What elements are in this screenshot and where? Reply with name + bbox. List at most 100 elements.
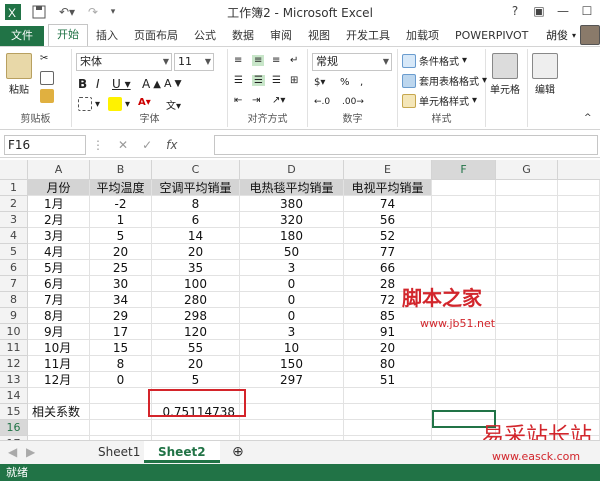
row-header-11[interactable]: 11 (0, 340, 28, 356)
border-button[interactable]: ▾ (78, 97, 100, 111)
cell[interactable]: 80 (344, 356, 432, 372)
tab-developer[interactable]: 开发工具 (338, 26, 398, 46)
cell[interactable]: 20 (152, 356, 240, 372)
cell[interactable]: 180 (240, 228, 344, 244)
row-header-6[interactable]: 6 (0, 260, 28, 276)
cell[interactable] (344, 404, 432, 420)
row-header-9[interactable]: 9 (0, 308, 28, 324)
cell[interactable]: 3 (240, 324, 344, 340)
cell[interactable]: 17 (90, 324, 152, 340)
cell-styles-button[interactable]: 单元格样式 ▾ (402, 93, 477, 108)
conditional-format-button[interactable]: 条件格式 ▾ (402, 53, 467, 68)
cell[interactable] (558, 212, 600, 228)
cell[interactable]: 29 (90, 308, 152, 324)
cell[interactable]: 0 (240, 308, 344, 324)
italic-button[interactable]: I (96, 77, 100, 91)
cell[interactable] (496, 388, 558, 404)
cell[interactable]: 4月 (28, 244, 90, 260)
cell[interactable]: 11月 (28, 356, 90, 372)
cell[interactable]: 280 (152, 292, 240, 308)
wrap-text-button[interactable]: ↵ (290, 55, 298, 66)
insert-function-icon[interactable]: fx (166, 138, 177, 152)
cell[interactable]: 15 (90, 340, 152, 356)
cell[interactable]: 8月 (28, 308, 90, 324)
cell[interactable]: 月份 (28, 180, 90, 196)
row-header-8[interactable]: 8 (0, 292, 28, 308)
cell[interactable]: 20 (90, 244, 152, 260)
cells-button[interactable]: 单元格 (490, 53, 520, 96)
accounting-format-button[interactable]: $▾ (314, 77, 325, 88)
name-box[interactable]: F16 (4, 135, 86, 155)
cell[interactable] (496, 324, 558, 340)
grow-font-button[interactable]: A ▲ (142, 77, 161, 91)
bold-button[interactable]: B (78, 77, 87, 91)
tab-page-layout[interactable]: 页面布局 (126, 26, 186, 46)
tab-addins[interactable]: 加载项 (398, 26, 447, 46)
next-sheet-icon[interactable]: ▶ (22, 441, 39, 463)
row-header-15[interactable]: 15 (0, 404, 28, 420)
cell[interactable] (496, 228, 558, 244)
cell[interactable]: 0 (240, 276, 344, 292)
row-header-2[interactable]: 2 (0, 196, 28, 212)
editing-button[interactable]: 编辑 (532, 53, 558, 96)
cell[interactable] (344, 388, 432, 404)
row-header-1[interactable]: 1 (0, 180, 28, 196)
cell[interactable] (558, 276, 600, 292)
cell[interactable]: 10月 (28, 340, 90, 356)
cell[interactable] (558, 340, 600, 356)
select-all-corner[interactable] (0, 160, 28, 180)
cell[interactable]: 52 (344, 228, 432, 244)
formula-input[interactable] (214, 135, 598, 155)
cell[interactable]: 50 (240, 244, 344, 260)
cell[interactable]: 56 (344, 212, 432, 228)
worksheet-grid[interactable]: A B C D E F G 1 月份 平均温度 空调平均销量 电热毯平均销量 电视平均销量… (0, 160, 600, 452)
cell[interactable] (344, 420, 432, 436)
column-header-a[interactable]: A (28, 160, 90, 180)
row-header-7[interactable]: 7 (0, 276, 28, 292)
increase-decimal-button[interactable]: ←.0 (314, 97, 330, 107)
shrink-font-button[interactable]: A ▼ (164, 77, 182, 90)
cell[interactable]: 0 (90, 372, 152, 388)
tab-home[interactable]: 开始 (48, 24, 88, 46)
row-header-12[interactable]: 12 (0, 356, 28, 372)
orientation-button[interactable]: ↗▾ (272, 95, 285, 106)
cut-button[interactable]: ✂ (40, 53, 48, 64)
collapse-ribbon-icon[interactable]: ^ (584, 113, 592, 123)
row-header-3[interactable]: 3 (0, 212, 28, 228)
cell[interactable] (90, 388, 152, 404)
align-top-button[interactable]: ≡ (234, 55, 242, 66)
cancel-icon[interactable]: ✕ (118, 138, 128, 152)
cell[interactable]: 20 (152, 244, 240, 260)
enter-icon[interactable]: ✓ (142, 138, 152, 152)
paste-button[interactable]: 粘贴 (6, 53, 32, 96)
decrease-decimal-button[interactable]: .00→ (342, 97, 364, 107)
comma-button[interactable]: , (360, 77, 363, 88)
cell[interactable] (558, 356, 600, 372)
cell[interactable]: 74 (344, 196, 432, 212)
row-header-13[interactable]: 13 (0, 372, 28, 388)
cell[interactable]: 10 (240, 340, 344, 356)
cell[interactable] (90, 404, 152, 420)
cell[interactable]: 120 (152, 324, 240, 340)
cell[interactable]: 5 (90, 228, 152, 244)
cell[interactable] (496, 212, 558, 228)
cell[interactable] (558, 228, 600, 244)
cell[interactable]: 电视平均销量 (344, 180, 432, 196)
underline-button[interactable]: U ▾ (112, 77, 131, 91)
row-header-5[interactable]: 5 (0, 244, 28, 260)
cell[interactable] (28, 420, 90, 436)
help-icon[interactable]: ? (504, 2, 526, 20)
merge-cells-button[interactable]: ⊞ (290, 75, 298, 86)
cell[interactable] (28, 388, 90, 404)
cell[interactable] (496, 340, 558, 356)
align-right-button[interactable]: ☰ (272, 75, 281, 86)
cell[interactable]: 9月 (28, 324, 90, 340)
cell[interactable]: 相关系数 (28, 404, 90, 420)
cell[interactable] (558, 388, 600, 404)
cell[interactable]: 3 (240, 260, 344, 276)
column-header-g[interactable]: G (496, 160, 558, 180)
add-sheet-icon[interactable]: ⊕ (226, 441, 250, 463)
cell[interactable] (432, 340, 496, 356)
cell[interactable]: 1月 (28, 196, 90, 212)
user-account[interactable]: 胡俊 ▾ (546, 24, 600, 46)
